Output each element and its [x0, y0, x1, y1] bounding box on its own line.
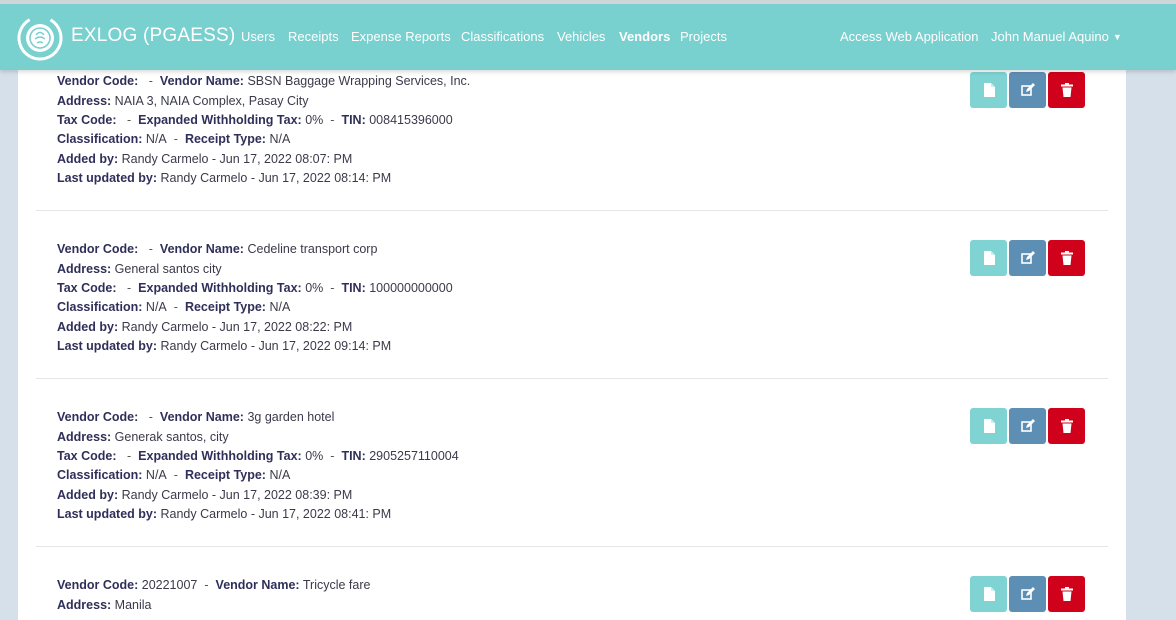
edit-vendor-button[interactable]	[1009, 408, 1046, 444]
edit-vendor-button[interactable]	[1009, 72, 1046, 108]
user-name: John Manuel Aquino	[991, 29, 1109, 44]
top-navbar: EXLOG (PGAESS) Users Receipts Expense Re…	[0, 0, 1176, 70]
vendor-updated-line: Last updated by: Randy Carmelo - Jun 17,…	[57, 507, 392, 521]
view-vendor-button[interactable]	[970, 72, 1007, 108]
delete-vendor-button[interactable]	[1048, 72, 1085, 108]
vendor-name: SBSN Baggage Wrapping Services, Inc.	[247, 74, 471, 88]
vendor-address: General santos city	[114, 262, 222, 276]
vendor-address-line: Address: General santos city	[57, 262, 222, 276]
edit-icon	[1020, 587, 1035, 600]
vendor-code-name-line: Vendor Code: 20221007- Vendor Name: Tricy…	[57, 578, 371, 592]
vendor-updated-line: Last updated by: Randy Carmelo - Jun 17,…	[57, 339, 392, 353]
receipt-type-value: N/A	[269, 300, 291, 314]
edit-icon	[1020, 419, 1035, 432]
vendor-name: Tricycle fare	[302, 578, 371, 592]
brand-title[interactable]: EXLOG (PGAESS)	[71, 25, 235, 47]
entry-divider	[36, 546, 1108, 547]
vendor-code-name-line: Vendor Code: - Vendor Name: Cedeline tran…	[57, 242, 378, 256]
nav-receipts[interactable]: Receipts	[288, 29, 339, 44]
vendor-tax-line: Tax Code: - Expanded Withholding Tax: 0% -…	[57, 281, 453, 295]
edit-vendor-button[interactable]	[1009, 240, 1046, 276]
caret-down-icon: ▼	[1112, 32, 1122, 42]
file-icon	[983, 419, 995, 433]
vendor-address: NAIA 3, NAIA Complex, Pasay City	[114, 94, 309, 108]
vendor-classification-line: Classification: N/A - Receipt Type: N/A	[57, 468, 291, 482]
view-vendor-button[interactable]	[970, 408, 1007, 444]
file-icon	[983, 83, 995, 97]
nav-vendors[interactable]: Vendors	[619, 29, 670, 44]
classification-value: N/A	[145, 300, 167, 314]
access-web-app-link[interactable]: Access Web Application	[840, 29, 979, 44]
added-by-value: Randy Carmelo - Jun 17, 2022 08:07: PM	[121, 152, 353, 166]
vendor-classification-line: Classification: N/A - Receipt Type: N/A	[57, 132, 291, 146]
tin-value: 008415396000	[369, 113, 453, 127]
vendor-address: Manila	[114, 598, 152, 612]
delete-vendor-button[interactable]	[1048, 408, 1085, 444]
added-by-value: Randy Carmelo - Jun 17, 2022 08:39: PM	[121, 488, 353, 502]
edit-vendor-button[interactable]	[1009, 576, 1046, 612]
entry-divider	[36, 210, 1108, 211]
receipt-type-value: N/A	[269, 468, 291, 482]
view-vendor-button[interactable]	[970, 576, 1007, 612]
user-menu[interactable]: John Manuel Aquino ▼	[991, 29, 1122, 44]
entry-divider	[36, 378, 1108, 379]
ewt-value: 0%	[305, 449, 324, 463]
vendor-name: 3g garden hotel	[247, 410, 335, 424]
view-vendor-button[interactable]	[970, 240, 1007, 276]
trash-icon	[1060, 251, 1073, 265]
trash-icon	[1060, 587, 1073, 601]
ewt-value: 0%	[305, 113, 324, 127]
vendor-tax-line: Tax Code: - Expanded Withholding Tax: 0% -…	[57, 449, 459, 463]
classification-value: N/A	[145, 132, 167, 146]
vendor-code-name-line: Vendor Code: - Vendor Name: SBSN Baggage …	[57, 74, 471, 88]
ewt-value: 0%	[305, 281, 324, 295]
vendor-added-line: Added by: Randy Carmelo - Jun 17, 2022 0…	[57, 488, 353, 502]
brand-logo-icon[interactable]	[16, 14, 64, 62]
vendor-address-line: Address: Manila	[57, 598, 152, 612]
nav-users[interactable]: Users	[241, 29, 275, 44]
added-by-value: Randy Carmelo - Jun 17, 2022 08:22: PM	[121, 320, 353, 334]
delete-vendor-button[interactable]	[1048, 576, 1085, 612]
vendor-code-name-line: Vendor Code: - Vendor Name: 3g garden hot…	[57, 410, 335, 424]
updated-by-value: Randy Carmelo - Jun 17, 2022 08:14: PM	[160, 171, 392, 185]
tin-value: 2905257110004	[369, 449, 459, 463]
classification-value: N/A	[145, 468, 167, 482]
updated-by-value: Randy Carmelo - Jun 17, 2022 08:41: PM	[160, 507, 392, 521]
receipt-type-value: N/A	[269, 132, 291, 146]
nav-projects[interactable]: Projects	[680, 29, 727, 44]
vendor-code: 20221007	[141, 578, 198, 592]
vendor-address-line: Address: NAIA 3, NAIA Complex, Pasay Cit…	[57, 94, 309, 108]
nav-classifications[interactable]: Classifications	[461, 29, 544, 44]
nav-vehicles[interactable]: Vehicles	[557, 29, 605, 44]
edit-icon	[1020, 83, 1035, 96]
vendor-address-line: Address: Generak santos, city	[57, 430, 229, 444]
edit-icon	[1020, 251, 1035, 264]
file-icon	[983, 587, 995, 601]
vendor-address: Generak santos, city	[114, 430, 229, 444]
updated-by-value: Randy Carmelo - Jun 17, 2022 09:14: PM	[160, 339, 392, 353]
vendor-tax-line: Tax Code: - Expanded Withholding Tax: 0% -…	[57, 113, 453, 127]
vendor-added-line: Added by: Randy Carmelo - Jun 17, 2022 0…	[57, 320, 353, 334]
vendor-classification-line: Classification: N/A - Receipt Type: N/A	[57, 300, 291, 314]
vendor-name: Cedeline transport corp	[247, 242, 378, 256]
delete-vendor-button[interactable]	[1048, 240, 1085, 276]
vendor-list-panel: Vendor Code: - Vendor Name: SBSN Baggage …	[18, 0, 1126, 620]
vendor-added-line: Added by: Randy Carmelo - Jun 17, 2022 0…	[57, 152, 353, 166]
vendor-updated-line: Last updated by: Randy Carmelo - Jun 17,…	[57, 171, 392, 185]
trash-icon	[1060, 83, 1073, 97]
trash-icon	[1060, 419, 1073, 433]
nav-expense-reports[interactable]: Expense Reports	[351, 29, 451, 44]
tin-value: 100000000000	[369, 281, 453, 295]
file-icon	[983, 251, 995, 265]
